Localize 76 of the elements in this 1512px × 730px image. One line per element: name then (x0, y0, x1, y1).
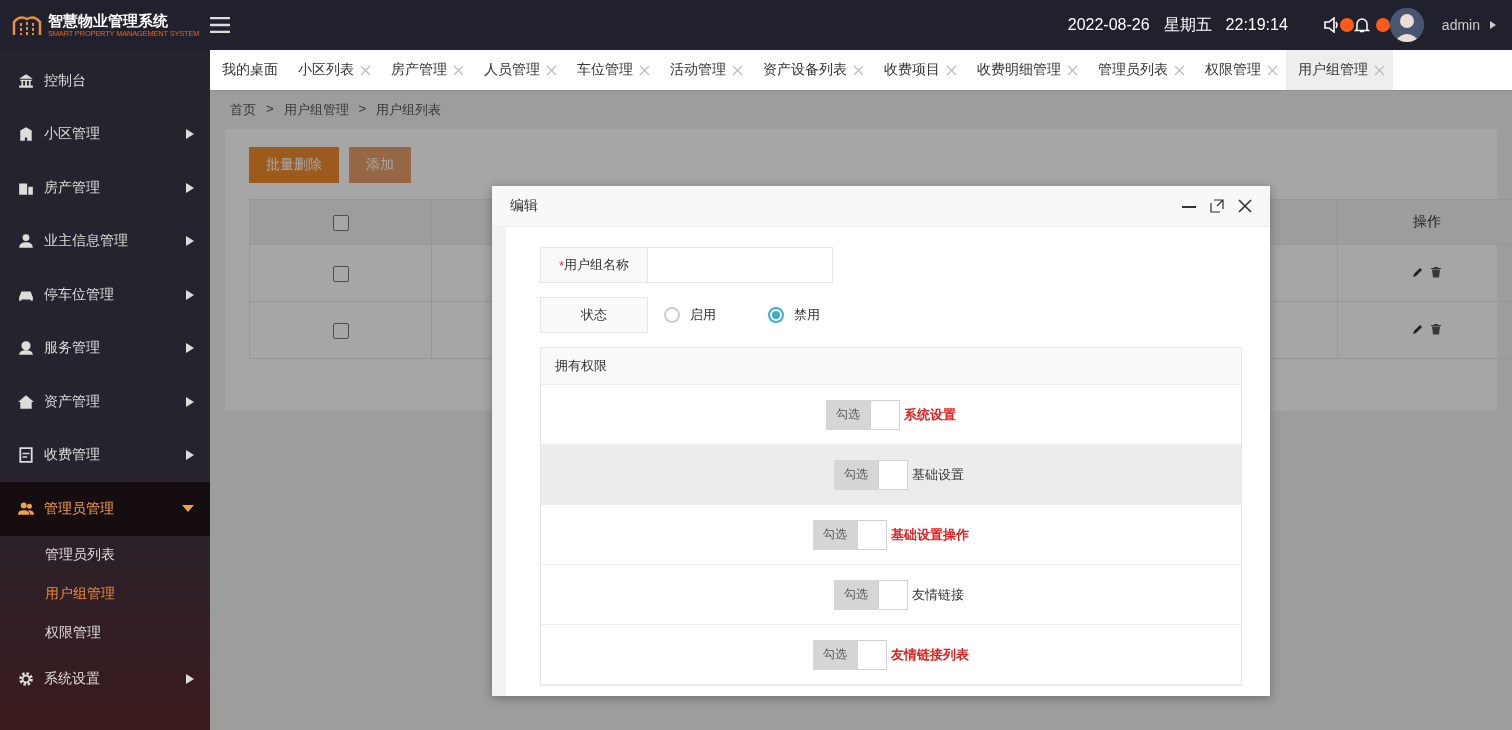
checkbox[interactable] (332, 214, 349, 231)
tick-box[interactable] (857, 519, 887, 550)
checkbox[interactable] (332, 322, 349, 339)
permission-label: 基础设置操作 (891, 525, 969, 544)
sidebar-subitem[interactable]: 管理员列表 (0, 535, 210, 575)
date-text: 2022-08-26 (1067, 16, 1150, 34)
close-icon[interactable] (1238, 199, 1252, 213)
person-icon (18, 340, 34, 357)
checkbox[interactable] (332, 265, 349, 282)
trash-icon[interactable] (1429, 323, 1442, 335)
breadcrumb-separator: > (358, 101, 367, 118)
receipt-icon (18, 447, 34, 464)
caret-icon[interactable] (1490, 21, 1496, 29)
sidebar-item[interactable]: 停车位管理 (0, 268, 210, 322)
caret-right-icon (186, 129, 194, 140)
caret-right-icon (186, 343, 194, 354)
sidebar-subitem[interactable]: 用户组管理 (0, 574, 210, 614)
group-name-field[interactable] (648, 247, 833, 283)
breadcrumb-link[interactable]: 首页 (230, 101, 256, 119)
permissions-header: 拥有权限 (541, 348, 1241, 385)
edit-icon[interactable] (1411, 266, 1424, 278)
building-icon (18, 126, 34, 143)
column-header: 操作 (1412, 213, 1441, 229)
notification-dot (1339, 18, 1354, 32)
edit-icon[interactable] (1411, 323, 1424, 335)
person-icon (18, 233, 34, 250)
bell-icon[interactable] (1353, 17, 1370, 33)
sidebar-item[interactable]: 资产管理 (0, 375, 210, 429)
permission-label: 系统设置 (904, 405, 956, 424)
sidebar-item[interactable]: 管理员管理 (0, 482, 210, 536)
speaker-icon[interactable] (1323, 17, 1340, 33)
sidebar-item[interactable]: 控制台 (0, 54, 210, 108)
caret-right-icon (186, 236, 194, 247)
breadcrumb-separator: > (266, 101, 274, 118)
breadcrumb-link[interactable]: 用户组管理 (283, 101, 349, 119)
sidebar-item[interactable]: 系统设置 (0, 652, 210, 706)
notification-dot (1375, 18, 1390, 32)
logo-icon (12, 14, 42, 36)
menu-icon[interactable] (210, 17, 230, 33)
field-label: 状态 (540, 297, 648, 333)
trash-icon[interactable] (1429, 266, 1442, 278)
app-title: 智慧物业管理系统 (48, 12, 169, 29)
tab[interactable]: 用户组管理 (1286, 50, 1393, 90)
caret-down-icon (182, 505, 194, 513)
sidebar-item[interactable]: 房产管理 (0, 161, 210, 215)
permission-label: 友情链接 (912, 585, 964, 604)
sidebar-item[interactable]: 小区管理 (0, 107, 210, 161)
caret-right-icon (186, 182, 194, 193)
user-name[interactable]: admin (1441, 17, 1480, 33)
tick-box[interactable] (878, 579, 908, 610)
radio-option[interactable]: 启用 (658, 305, 722, 325)
time-text: 22:19:14 (1225, 16, 1288, 34)
maximize-icon[interactable] (1210, 199, 1224, 213)
sidebar-subitem[interactable]: 权限管理 (0, 613, 210, 653)
tick-box[interactable] (878, 459, 908, 490)
breadcrumb-link[interactable]: 用户组列表 (376, 101, 442, 119)
gear-icon (18, 671, 34, 688)
permission-label: 友情链接列表 (891, 645, 969, 664)
users-icon (18, 500, 34, 517)
bank-icon (18, 72, 34, 89)
caret-right-icon (186, 289, 194, 300)
radio-option[interactable]: 禁用 (762, 305, 826, 325)
house-icon (18, 393, 34, 410)
weekday-text: 星期五 (1163, 14, 1212, 35)
tick-box[interactable] (857, 639, 887, 670)
sidebar-item[interactable]: 服务管理 (0, 321, 210, 375)
caret-right-icon (186, 396, 194, 407)
caret-right-icon (186, 450, 194, 461)
tick-box[interactable] (870, 399, 900, 430)
sidebar-item[interactable]: 收费管理 (0, 428, 210, 482)
sidebar-item[interactable]: 业主信息管理 (0, 214, 210, 268)
field-label: *用户组名称 (540, 247, 648, 283)
permission-label: 基础设置 (912, 465, 964, 484)
avatar-icon[interactable] (1389, 8, 1424, 42)
dialog-title: 编辑 (510, 197, 539, 215)
caret-right-icon (186, 674, 194, 685)
